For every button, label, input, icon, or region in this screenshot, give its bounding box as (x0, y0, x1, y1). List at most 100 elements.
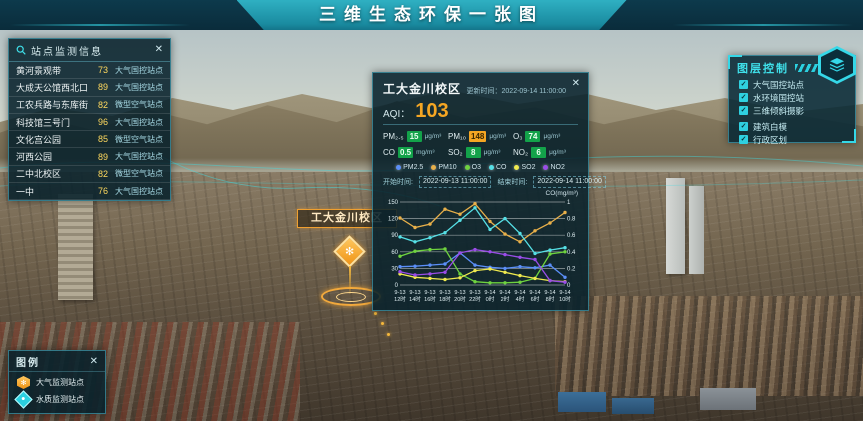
svg-text:60: 60 (391, 250, 398, 256)
pollutant-grid: PM₂.₅ 15 μg/m³ PM₁₀ 148 μg/m³ O₃ 74 μg/m… (383, 131, 578, 158)
station-list-panel: 站点监测信息 ✕ 黄河景观带 73 大气国控站点 大成天公馆西北口 89 大气国… (8, 38, 171, 201)
building-block (700, 388, 756, 410)
svg-text:4时: 4时 (516, 295, 525, 303)
svg-text:2时: 2时 (501, 295, 510, 303)
svg-text:12时: 12时 (394, 295, 406, 303)
marker-trail-dot (381, 322, 384, 325)
station-panel-title: 站点监测信息 (31, 43, 103, 58)
layer-toggle-item[interactable]: ✓ 行政区划 (729, 133, 855, 146)
legend-label: SO2 (521, 164, 535, 171)
close-icon[interactable]: ✕ (155, 45, 163, 55)
map-legend-item[interactable]: ● 水质监测站点 (9, 389, 105, 406)
marker-ground-ring-inner (336, 292, 366, 302)
layer-toggle-item[interactable]: ✓ 水环境国控站 (729, 91, 855, 104)
checkbox-checked-icon[interactable]: ✓ (739, 106, 748, 115)
station-row[interactable]: 一中 76 大气国控站点 (9, 183, 170, 200)
pollutant-cell: SO₂ 8 μg/m³ (448, 147, 513, 158)
station-row[interactable]: 河西公园 89 大气国控站点 (9, 148, 170, 165)
map-legend-panel: 图例 ✕ ✻ 大气监测站点 ● 水质监测站点 (8, 350, 106, 414)
search-icon[interactable] (16, 45, 26, 55)
svg-text:9-14: 9-14 (514, 290, 525, 296)
chart-legend-item[interactable]: SO2 (514, 164, 535, 171)
station-row[interactable]: 科技馆三号门 96 大气国控站点 (9, 114, 170, 131)
marker-trail-dot (387, 333, 390, 336)
checkbox-checked-icon[interactable]: ✓ (739, 135, 748, 144)
popup-title: 工大金川校区 (383, 80, 461, 97)
legend-marker-icon: ● (14, 390, 32, 408)
station-type: 大气国控站点 (115, 151, 163, 162)
layer-label: 行政区划 (753, 134, 787, 146)
layer-list: ✓ 大气国控站点 ✓ 水环境国控站 ✓ 三维倾斜摄影 ✓ 建筑白模 ✓ 行政区划 (729, 78, 855, 146)
svg-text:0: 0 (395, 283, 399, 289)
legend-dot (465, 165, 470, 170)
checkbox-checked-icon[interactable]: ✓ (739, 122, 748, 131)
building-block (558, 392, 606, 412)
station-name: 文化宫公园 (16, 133, 88, 146)
svg-text:20时: 20时 (454, 295, 466, 303)
station-row[interactable]: 工农兵路与东库街口 82 微型空气站点 (9, 97, 170, 114)
svg-text:9-13: 9-13 (439, 290, 450, 296)
residential-rows (555, 296, 863, 396)
chart-legend-item[interactable]: NO2 (543, 164, 564, 171)
station-row[interactable]: 文化宫公园 85 微型空气站点 (9, 131, 170, 148)
svg-text:14时: 14时 (409, 295, 421, 303)
legend-list: ✻ 大气监测站点 ● 水质监测站点 (9, 372, 105, 406)
map-legend-item[interactable]: ✻ 大气监测站点 (9, 372, 105, 389)
close-icon[interactable]: ✕ (572, 79, 580, 89)
chart-legend-item[interactable]: PM10 (431, 164, 456, 171)
chart-legend-item[interactable]: O3 (465, 164, 481, 171)
station-name: 黄河景观带 (16, 64, 88, 77)
start-time-input[interactable]: 2022-09-13 11:00:00 (419, 176, 491, 188)
pollutant-value-badge: 0.5 (398, 147, 413, 158)
svg-text:30: 30 (391, 266, 398, 272)
pollutant-unit: μg/m³ (489, 133, 506, 140)
legend-item-label: 水质监测站点 (36, 394, 84, 405)
svg-text:8时: 8时 (546, 295, 555, 303)
legend-label: O3 (472, 164, 481, 171)
station-type: 微型空气站点 (115, 134, 163, 145)
svg-text:9-13: 9-13 (394, 290, 405, 296)
right-axis-title: CO(mg/m³) (383, 190, 578, 197)
end-time-label: 结束时间: (497, 177, 527, 187)
svg-text:10时: 10时 (559, 295, 571, 303)
legend-label: PM10 (438, 164, 456, 171)
station-row[interactable]: 大成天公馆西北口 89 大气国控站点 (9, 79, 170, 96)
layer-toggle-item[interactable]: ✓ 建筑白模 (729, 120, 855, 133)
station-row[interactable]: 黄河景观带 73 大气国控站点 (9, 62, 170, 79)
pollutant-name: CO (383, 148, 395, 157)
station-name: 大成天公馆西北口 (16, 81, 88, 94)
end-time-input[interactable]: 2022-09-14 11:00:00 (533, 176, 605, 188)
svg-text:16时: 16时 (424, 295, 436, 303)
chart-legend-item[interactable]: PM2.5 (396, 164, 423, 171)
checkbox-checked-icon[interactable]: ✓ (739, 93, 748, 102)
legend-dot (543, 165, 548, 170)
svg-text:9-14: 9-14 (484, 290, 495, 296)
marker-glyph: ✻ (345, 245, 354, 258)
pollutant-unit: mg/m³ (416, 149, 434, 156)
station-type: 微型空气站点 (115, 99, 163, 110)
svg-text:9-14: 9-14 (529, 290, 540, 296)
svg-text:9-13: 9-13 (409, 290, 420, 296)
station-type: 微型空气站点 (115, 168, 163, 179)
checkbox-checked-icon[interactable]: ✓ (739, 80, 748, 89)
layer-label: 水环境国控站 (753, 92, 804, 104)
station-aqi-value: 73 (88, 65, 108, 75)
legend-label: NO2 (550, 164, 564, 171)
layer-toggle-item[interactable]: ✓ 三维倾斜摄影 (729, 104, 855, 117)
svg-text:22时: 22时 (469, 295, 481, 303)
close-icon[interactable]: ✕ (90, 357, 98, 367)
station-aqi-value: 89 (88, 82, 108, 92)
svg-text:150: 150 (388, 200, 399, 206)
svg-text:9-13: 9-13 (424, 290, 435, 296)
layer-label: 建筑白模 (753, 121, 787, 133)
station-aqi-value: 82 (88, 169, 108, 179)
chart-legend: PM2.5 PM10 O3 CO SO2 NO2 (383, 164, 578, 171)
station-name: 二中北校区 (16, 167, 88, 180)
station-name: 工农兵路与东库街口 (16, 98, 88, 111)
pollutant-trend-chart: 00300.2600.4900.61200.815019-1312时9-1314… (383, 197, 580, 307)
chart-legend-item[interactable]: CO (489, 164, 507, 171)
station-name: 一中 (16, 185, 88, 198)
station-row[interactable]: 二中北校区 82 微型空气站点 (9, 166, 170, 183)
legend-dot (514, 165, 519, 170)
station-panel-header: 站点监测信息 ✕ (9, 39, 170, 62)
